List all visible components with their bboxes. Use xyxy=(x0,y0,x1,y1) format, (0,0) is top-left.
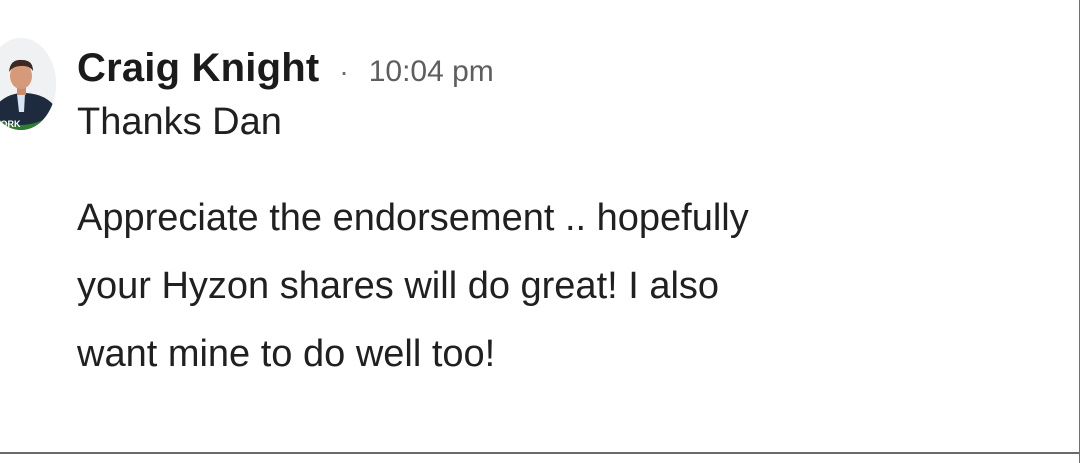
timestamp: 10:04 pm xyxy=(368,55,494,88)
comment-header: Craig Knight · 10:04 pm xyxy=(77,44,1039,96)
comment-paragraph: Appreciate the endorsement .. hopefully … xyxy=(77,184,1039,388)
comment-line: want mine to do well too! xyxy=(77,333,496,375)
comment-greeting: Thanks Dan xyxy=(77,101,282,143)
comment-body: Craig Knight · 10:04 pm Thanks Dan Appre… xyxy=(77,44,1039,388)
comment-line: Appreciate the endorsement .. hopefully xyxy=(77,197,749,239)
avatar[interactable]: WORK xyxy=(0,38,56,130)
open-to-work-badge: WORK xyxy=(0,119,21,129)
author-name[interactable]: Craig Knight xyxy=(77,44,319,92)
profile-photo-icon: WORK xyxy=(0,38,56,130)
bottom-divider xyxy=(0,452,1079,454)
separator-dot: · xyxy=(339,56,349,87)
comment-line: your Hyzon shares will do great! I also xyxy=(77,265,720,307)
comment-card: WORK Craig Knight · 10:04 pm Thanks Dan … xyxy=(0,0,1080,463)
